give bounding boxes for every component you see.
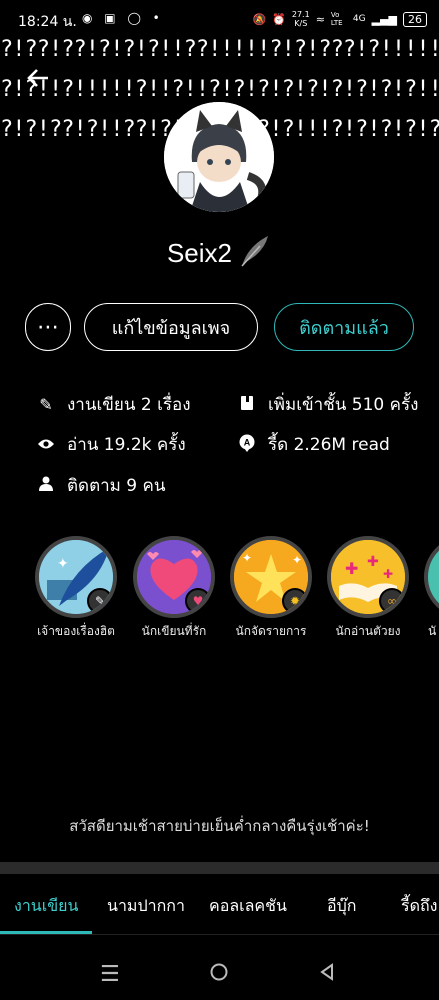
quill-icon: ✦ ✎ xyxy=(35,536,117,618)
stat-reads-label: อ่าน 19.2k ครั้ง xyxy=(67,435,186,455)
back-nav-icon[interactable] xyxy=(318,962,336,988)
alarm-icon: ⏰ xyxy=(272,12,286,26)
system-nav-bar: ☰ xyxy=(0,950,439,1000)
svg-text:A: A xyxy=(244,437,251,447)
pencil-icon: ✎ xyxy=(39,395,53,414)
stat-shelved-label: เพิ่มเข้าชั้น 510 ครั้ง xyxy=(268,395,419,415)
network-type: 4G xyxy=(352,14,366,24)
more-options-button[interactable]: ⋯ xyxy=(25,303,71,351)
banner-text-row: ?!??!??!?!?!?!!??!!!!!?!?!???!?!!!!!?!? xyxy=(0,37,439,62)
net-speed: 27.1 K/S xyxy=(291,10,310,28)
heart-icon: ♥ xyxy=(133,536,215,618)
svg-text:✦: ✦ xyxy=(292,553,302,567)
home-icon[interactable] xyxy=(209,962,229,988)
badge-label: นั xyxy=(428,624,437,638)
section-divider xyxy=(0,862,439,874)
profile-tabs[interactable]: งานเขียน นามปากกา คอลเลคชัน อีบุ๊ก รี้ดถ… xyxy=(0,876,439,935)
quill-badge-icon xyxy=(238,234,272,272)
signal-icon: ▂▄▆ xyxy=(371,12,397,26)
stat-shelved: เพิ่มเข้าชั้น 510 ครั้ง xyxy=(238,391,418,418)
badge-item[interactable]: นั xyxy=(422,536,439,641)
badge-item[interactable]: ✦ ✦ ✹ นักจัดรายการ xyxy=(228,536,314,641)
badge-item[interactable]: ✚ ✚ ✚ ∞ นักอ่านตัวยง xyxy=(325,536,411,641)
book-icon xyxy=(238,395,256,415)
tab-collections[interactable]: คอลเลคชัน xyxy=(209,894,287,919)
following-button[interactable]: ติดตามแล้ว xyxy=(274,303,414,351)
feather-mini-icon: ✎ xyxy=(87,588,113,614)
badge-label: นักจัดรายการ xyxy=(235,624,307,638)
tab-pen-names[interactable]: นามปากกา xyxy=(107,894,185,919)
notification-icons: ◉ ▣ ◯ • xyxy=(82,11,164,25)
achievement-badges[interactable]: ✦ ✎ เจ้าของเรื่องฮิต ♥ นักเขียนที่รัก ✦ ✦… xyxy=(0,536,439,646)
active-tab-indicator xyxy=(0,931,92,934)
stat-works: ✎ งานเขียน 2 เรื่อง xyxy=(37,391,191,418)
avatar[interactable] xyxy=(164,102,274,212)
svg-text:✚: ✚ xyxy=(383,567,393,581)
person-icon xyxy=(37,476,55,495)
stat-reads-total-label: รี้ด 2.26M read xyxy=(268,435,390,455)
heart-mini-icon: ♥ xyxy=(185,588,211,614)
badge-label: เจ้าของเรื่องฮิต xyxy=(37,624,115,638)
profile-name: Seix2 xyxy=(166,237,233,268)
badge-icon xyxy=(424,536,439,618)
stat-reads-total: A รี้ด 2.26M read xyxy=(238,431,390,458)
svg-text:✚: ✚ xyxy=(367,554,379,570)
tab-ebooks[interactable]: อีบุ๊ก xyxy=(327,894,356,919)
recent-apps-icon[interactable]: ☰ xyxy=(100,962,120,987)
svg-text:✦: ✦ xyxy=(242,551,252,565)
badge-item[interactable]: ✦ ✎ เจ้าของเรื่องฮิต xyxy=(33,536,119,641)
volte-label: Vo LTE xyxy=(330,11,343,27)
mute-icon: 🔕 xyxy=(252,12,267,26)
open-book-icon: ✚ ✚ ✚ ∞ xyxy=(327,536,409,618)
stat-reads: อ่าน 19.2k ครั้ง xyxy=(37,431,186,458)
stars-icon: ✦ ✦ ✹ xyxy=(230,536,312,618)
svg-text:✦: ✦ xyxy=(57,556,69,572)
profile-bio: สวัสดียามเช้าสายบ่ายเย็นค่ำกลางคืนรุ่งเช… xyxy=(69,817,370,835)
tab-works[interactable]: งานเขียน xyxy=(14,894,78,919)
stat-following: ติดตาม 9 คน xyxy=(37,472,166,499)
badge-label: นักอ่านตัวยง xyxy=(335,624,401,638)
wifi-icon: ≈ xyxy=(315,12,325,26)
status-right-icons: 🔕 ⏰ 27.1 K/S ≈ Vo LTE 4G ▂▄▆ 26 xyxy=(252,10,427,28)
profile-name-row: Seix2 xyxy=(0,234,439,272)
badge-label: นักเขียนที่รัก xyxy=(141,624,207,638)
lace-mini-icon: ∞ xyxy=(379,588,405,614)
stat-works-label: งานเขียน 2 เรื่อง xyxy=(67,395,191,415)
read-bubble-icon: A xyxy=(238,434,256,456)
badge-item[interactable]: ♥ นักเขียนที่รัก xyxy=(131,536,217,641)
tab-read-to[interactable]: รี้ดถึง xyxy=(401,894,437,919)
battery-indicator: 26 xyxy=(403,11,427,27)
back-arrow-icon[interactable] xyxy=(24,64,56,96)
sun-mini-icon: ✹ xyxy=(282,588,308,614)
svg-text:✚: ✚ xyxy=(345,559,358,578)
stat-following-label: ติดตาม 9 คน xyxy=(67,476,166,496)
edit-page-button[interactable]: แก้ไขข้อมูลเพจ xyxy=(84,303,258,351)
eye-icon xyxy=(37,435,55,454)
